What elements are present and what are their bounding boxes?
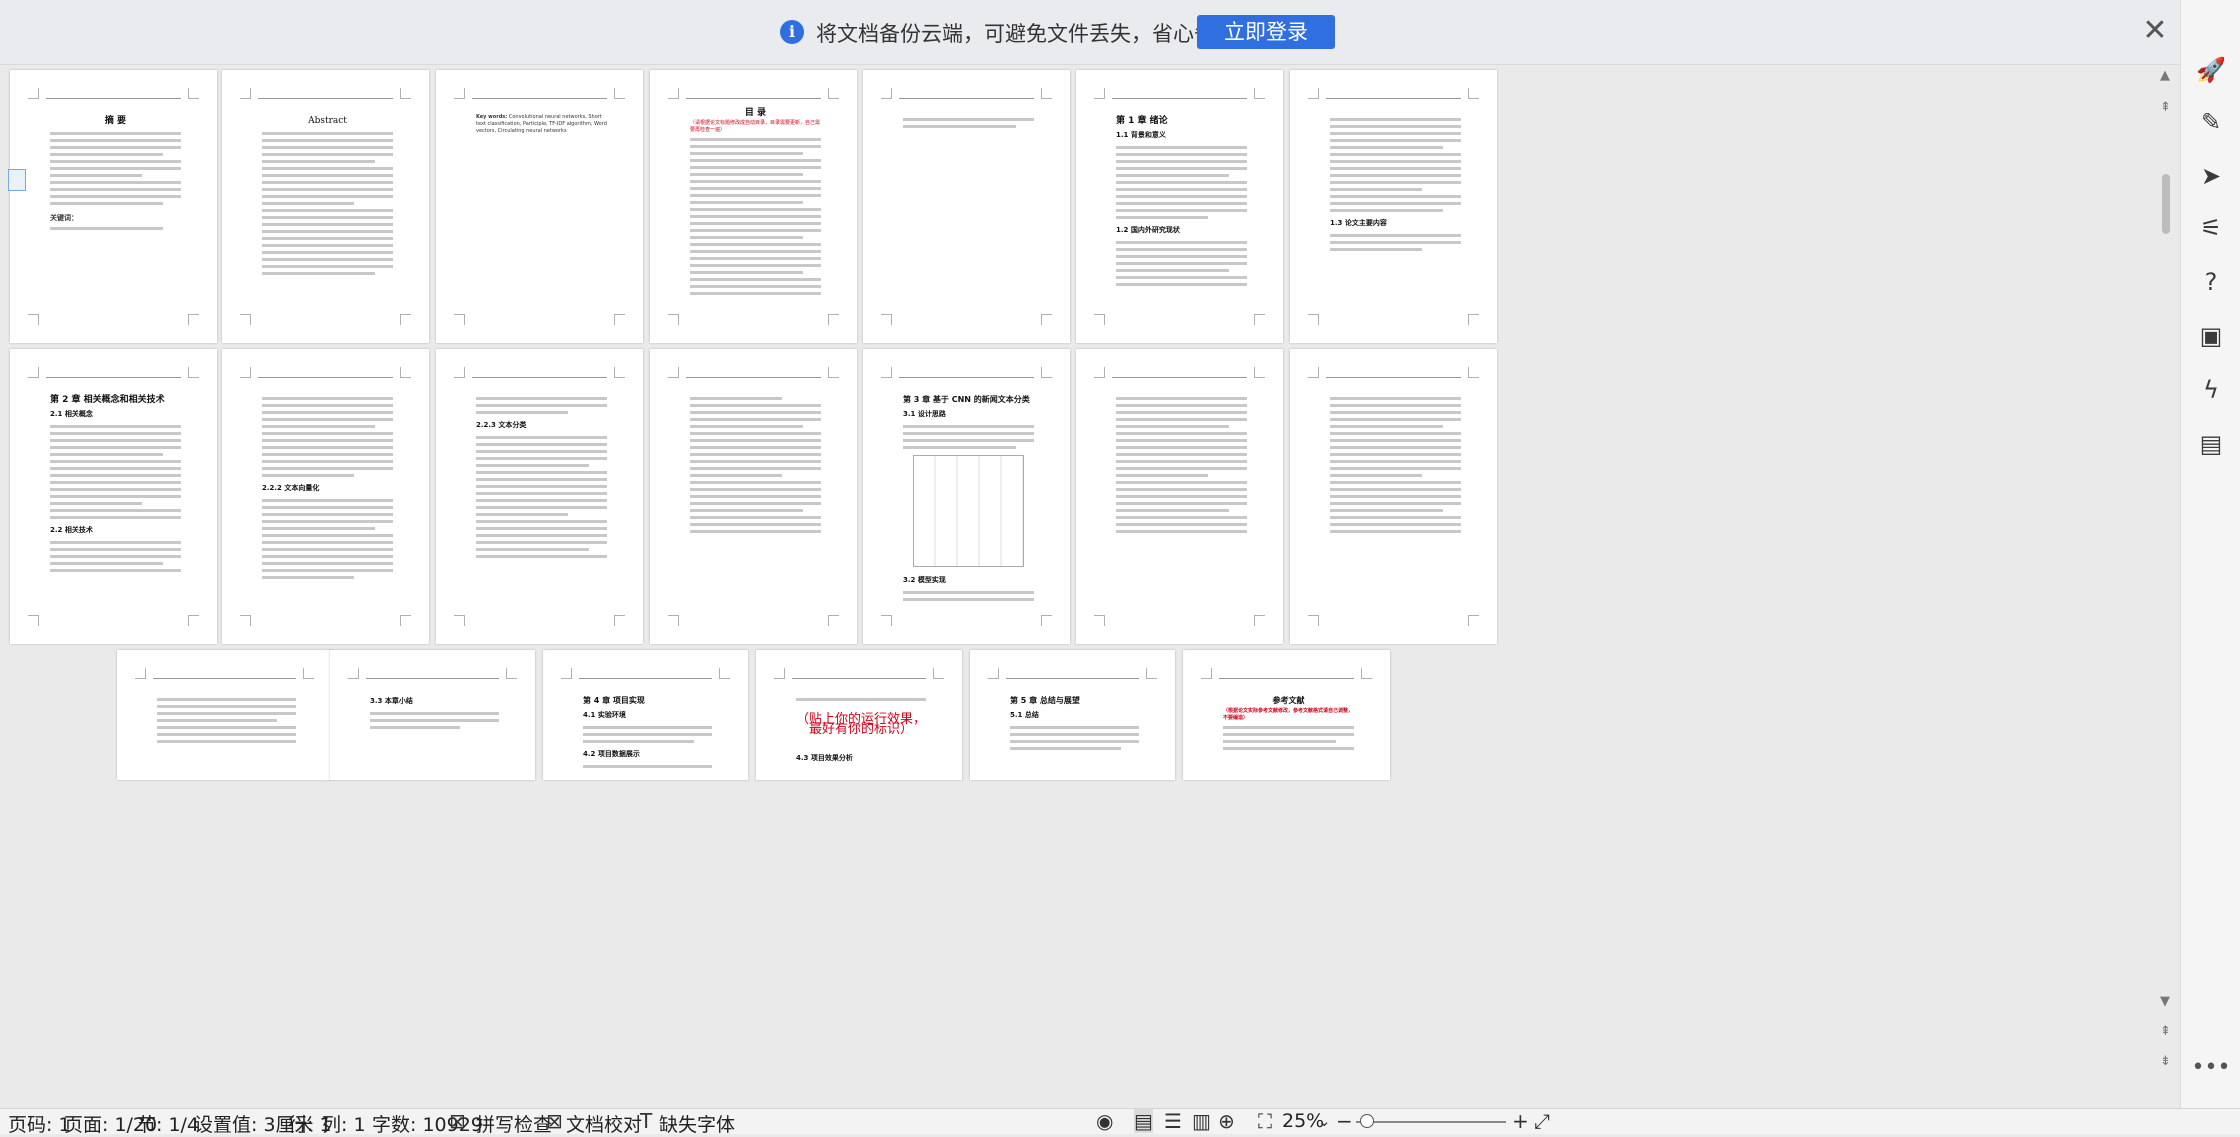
page-view-icon[interactable]: ▤ [1134, 1109, 1153, 1133]
screenshot-placeholder: （贴上你的运行效果，最好有你的标识） [796, 712, 927, 737]
chapter-heading: 第 3 章 基于 CNN 的新闻文本分类 [903, 395, 1030, 404]
chapter-heading: 参考文献 [1272, 696, 1305, 705]
page-thumbnail[interactable]: 第 2 章 相关概念和相关技术 2.1 相关概念 2.2 相关技术 [10, 349, 217, 644]
page-up-icon[interactable]: ⇞ [2160, 100, 2171, 115]
zoom-slider[interactable] [1356, 1114, 1506, 1128]
section-heading: 3.3 本章小结 [370, 697, 413, 705]
section-heading: 1.2 国内外研究现状 [1116, 226, 1180, 234]
page-prev-icon[interactable]: ⇞ [2160, 1024, 2171, 1039]
scroll-thumb[interactable] [2162, 174, 2170, 234]
section-heading: 2.2.3 文本分类 [476, 421, 527, 429]
missing-font-icon[interactable]: T [640, 1109, 652, 1133]
section-heading: 2.1 相关概念 [50, 410, 93, 418]
cursor-icon[interactable]: ➤ [2181, 156, 2240, 196]
web-view-icon[interactable]: ⊕ [1218, 1109, 1235, 1133]
zoom-out-icon[interactable]: − [1336, 1109, 1353, 1133]
fullscreen-icon[interactable]: ⤢ [1534, 1109, 1550, 1133]
section-heading: 4.3 项目效果分析 [796, 754, 853, 762]
section-heading: 2.2.2 文本向量化 [262, 484, 320, 492]
page-thumbnail[interactable]: 3.3 本章小结 [330, 650, 535, 780]
document-area[interactable]: 摘 要 关键词： Abstract Key words: Convolution… [0, 64, 2150, 1108]
status-bar: 页码: 1 页面: 1/20 节: 1/4 设置值: 3厘米 行: 1 列: 1… [0, 1108, 2240, 1136]
zoom-in-icon[interactable]: + [1512, 1109, 1529, 1133]
document-icon [8, 169, 26, 191]
more-icon[interactable]: ••• [2181, 1055, 2240, 1080]
outline-view-icon[interactable]: ☰ [1164, 1109, 1182, 1133]
section-heading: 4.2 项目数据展示 [583, 750, 640, 758]
page-heading: Abstract [308, 116, 347, 126]
chapter-heading: 第 1 章 绪论 [1116, 116, 1168, 126]
page-thumbnail[interactable] [1290, 349, 1497, 644]
page-thumbnail[interactable]: 目 录 （请根据论文标题修改成自动目录，目录需要更新，自己需要再检查一遍） [650, 70, 857, 343]
page-thumbnail[interactable]: 第 1 章 绪论 1.1 背景和意义 1.2 国内外研究现状 [1076, 70, 1283, 343]
sliders-icon[interactable]: ⚟ [2181, 208, 2240, 248]
keywords-label: Key words: [476, 114, 508, 120]
section-heading: 3.1 设计思路 [903, 410, 946, 418]
architecture-figure [913, 455, 1024, 567]
section-heading: 3.2 模型实现 [903, 576, 946, 584]
chapter-heading: 第 2 章 相关概念和相关技术 [50, 395, 165, 405]
section-heading: 2.2 相关技术 [50, 526, 93, 534]
page-heading: 摘 要 [104, 116, 127, 126]
section-heading: 1.3 论文主要内容 [1330, 219, 1387, 227]
page-thumbnail[interactable]: Abstract [222, 70, 429, 343]
image-edit-icon[interactable]: ▣ [2181, 316, 2240, 356]
page-thumbnail[interactable]: 第 3 章 基于 CNN 的新闻文本分类 3.1 设计思路 3.2 模型实现 [863, 349, 1070, 644]
doc-proof-icon[interactable]: ⊠ [546, 1109, 563, 1133]
keywords-label: 关键词： [50, 214, 78, 222]
spell-check-icon[interactable]: ⊠ [449, 1109, 466, 1133]
right-toolbar: 🚀 ✎ ➤ ⚟ ? ▣ ϟ ▤ ••• [2180, 0, 2240, 1108]
page-thumbnail[interactable]: 第 4 章 项目实现 4.1 实验环境 4.2 项目数据展示 [543, 650, 748, 780]
close-icon[interactable]: ✕ [2140, 14, 2170, 48]
chapter-heading: 第 5 章 总结与展望 [1010, 696, 1080, 705]
page-thumbnail[interactable] [1076, 349, 1283, 644]
zoom-dropdown-icon[interactable]: ⌄ [1318, 1112, 1331, 1130]
page-heading: 目 录 [744, 108, 767, 118]
reference-note: （根据论文实际参考文献修改，参考文献格式请自己调整，不要编造） [1223, 708, 1354, 721]
zoom-slider-handle[interactable] [1360, 1114, 1375, 1128]
page-thumbnail[interactable]: 2.2.2 文本向量化 [222, 349, 429, 644]
backup-message: 将文档备份云端，可避免文件丢失，省心省事 [816, 22, 1236, 46]
login-button[interactable]: 立即登录 [1197, 15, 1335, 49]
section-heading: 1.1 背景和意义 [1116, 131, 1166, 139]
section-heading: 5.1 总结 [1010, 711, 1039, 719]
page-thumbnail[interactable] [863, 70, 1070, 343]
toc-note: （请根据论文标题修改成自动目录，目录需要更新，自己需要再检查一遍） [690, 120, 821, 133]
page-thumbnail[interactable]: Key words: Convolutional neural networks… [436, 70, 643, 343]
backup-notification-bar: i 将文档备份云端，可避免文件丢失，省心省事 立即登录 ✕ [0, 0, 2180, 65]
reading-view-icon[interactable]: ▥ [1192, 1109, 1211, 1133]
lightning-icon[interactable]: ϟ [2181, 370, 2240, 410]
page-thumbnail[interactable]: 参考文献 （根据论文实际参考文献修改，参考文献格式请自己调整，不要编造） [1183, 650, 1390, 780]
page-next-icon[interactable]: ⇟ [2160, 1054, 2171, 1069]
page-thumbnail[interactable]: 2.2.3 文本分类 [436, 349, 643, 644]
info-icon: i [780, 20, 804, 44]
vertical-scrollbar[interactable]: ▲ ⇞ ▼ ⇞ ⇟ [2156, 64, 2176, 1108]
page-thumbnail[interactable]: （贴上你的运行效果，最好有你的标识） 4.3 项目效果分析 [756, 650, 962, 780]
help-icon[interactable]: ? [2181, 262, 2240, 302]
page-thumbnail[interactable]: 第 5 章 总结与展望 5.1 总结 [970, 650, 1175, 780]
pen-icon[interactable]: ✎ [2181, 102, 2240, 142]
scroll-down-icon[interactable]: ▼ [2160, 994, 2170, 1009]
page-thumbnail[interactable] [117, 650, 332, 780]
page-thumbnail[interactable]: 摘 要 关键词： [10, 70, 217, 343]
section-heading: 4.1 实验环境 [583, 711, 626, 719]
eye-protection-icon[interactable]: ◉ [1096, 1109, 1113, 1133]
rocket-icon[interactable]: 🚀 [2181, 50, 2240, 90]
scroll-up-icon[interactable]: ▲ [2160, 68, 2170, 83]
chapter-heading: 第 4 章 项目实现 [583, 696, 645, 705]
fit-page-icon[interactable]: ⛶ [1258, 1109, 1272, 1133]
page-thumbnail[interactable]: 1.3 论文主要内容 [1290, 70, 1497, 343]
page-thumbnail[interactable] [650, 349, 857, 644]
book-icon[interactable]: ▤ [2181, 424, 2240, 464]
